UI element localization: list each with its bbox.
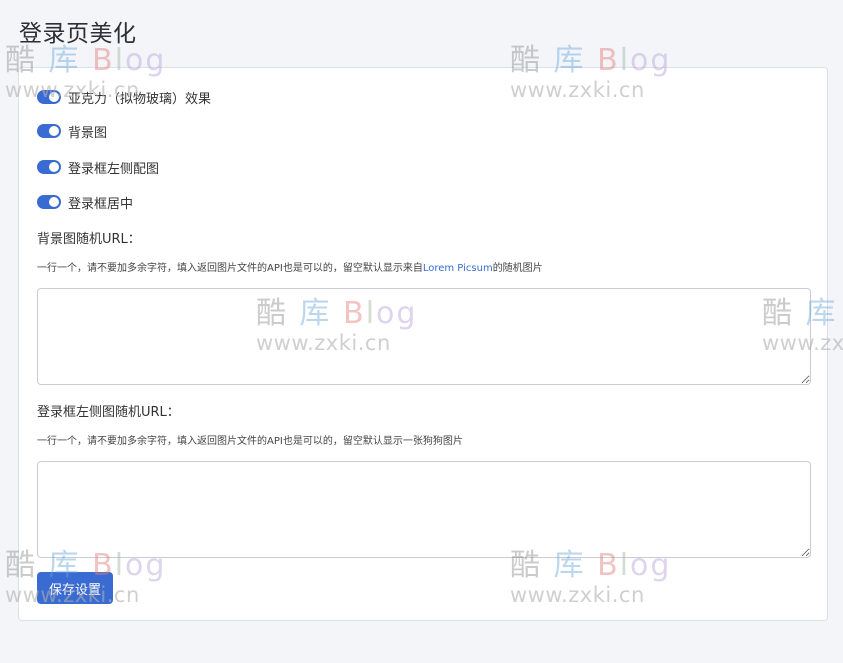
center-toggle-label: 登录框居中: [68, 196, 134, 212]
save-settings-button[interactable]: 保存设置: [37, 572, 114, 604]
side-url-hint: 一行一个，请不要加多余字符，填入返回图片文件的API也是可以的，留空默认显示一张…: [37, 436, 463, 447]
bg-url-hint-suffix: 的随机图片: [492, 263, 543, 274]
switch-row-center[interactable]: 登录框居中: [37, 192, 133, 212]
side-image-toggle-label: 登录框左侧配图: [68, 161, 160, 177]
switch-row-acrylic[interactable]: 亚克力（拟物玻璃）效果: [37, 87, 211, 107]
toggle-knob: [49, 92, 59, 102]
switch-row-background[interactable]: 背景图: [37, 121, 107, 141]
acrylic-toggle-label: 亚克力（拟物玻璃）效果: [68, 91, 212, 107]
toggle-knob: [49, 126, 59, 136]
background-toggle-label: 背景图: [68, 125, 108, 141]
side-image-toggle[interactable]: [37, 160, 61, 174]
switch-row-side-image[interactable]: 登录框左侧配图: [37, 157, 159, 177]
background-toggle[interactable]: [37, 124, 61, 138]
center-toggle[interactable]: [37, 195, 61, 209]
acrylic-toggle[interactable]: [37, 90, 61, 104]
bg-url-textarea[interactable]: [37, 288, 811, 385]
side-url-label: 登录框左侧图随机URL：: [37, 405, 180, 420]
settings-card: 亚克力（拟物玻璃）效果 背景图 登录框左侧配图 登录框居中 背景图随机URL： …: [18, 67, 828, 621]
settings-page: 登录页美化 亚克力（拟物玻璃）效果 背景图 登录框左侧配图 登录框居中 背景图随…: [0, 0, 843, 663]
toggle-knob: [49, 197, 59, 207]
bg-url-label: 背景图随机URL：: [37, 232, 141, 247]
side-url-textarea[interactable]: [37, 461, 811, 558]
page-title: 登录页美化: [19, 21, 137, 47]
bg-url-hint: 一行一个，请不要加多余字符，填入返回图片文件的API也是可以的，留空默认显示来自…: [37, 259, 543, 274]
toggle-knob: [49, 162, 59, 172]
bg-url-hint-prefix: 一行一个，请不要加多余字符，填入返回图片文件的API也是可以的，留空默认显示来自: [37, 263, 423, 274]
lorem-picsum-link[interactable]: Lorem Picsum: [423, 263, 493, 274]
